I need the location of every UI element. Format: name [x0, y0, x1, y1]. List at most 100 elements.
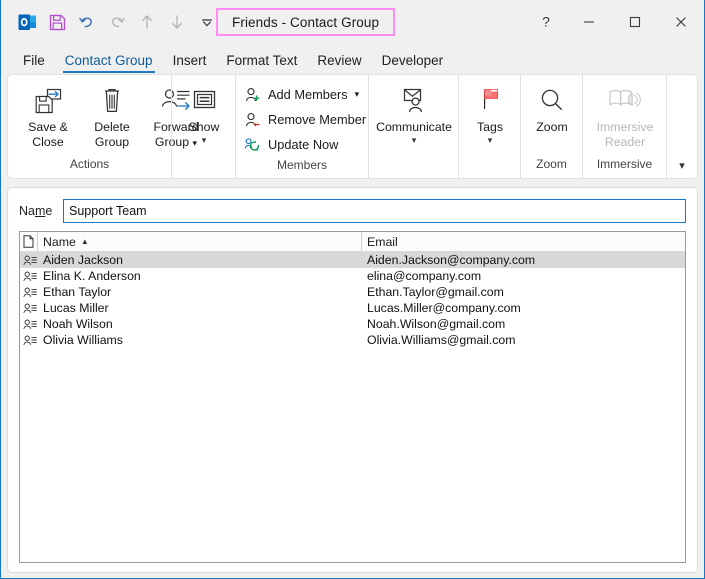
ribbon-group-immersive: Immersive Reader Immersive	[582, 75, 666, 178]
ribbon-group-label-members: Members	[276, 158, 327, 172]
table-row[interactable]: Ethan Taylor Ethan.Taylor@gmail.com	[20, 284, 685, 300]
immersive-reader-label: Immersive Reader	[596, 120, 654, 149]
remove-member-label: Remove Member	[268, 112, 367, 127]
contact-group-window: Friends - Contact Group ? File Contact G…	[0, 0, 705, 579]
members-list[interactable]: Name ▲ Email Aiden Jackson Aiden.Jackson…	[19, 231, 686, 563]
remove-member-icon	[244, 111, 261, 128]
chevron-down-icon[interactable]: ▾	[488, 135, 493, 145]
delete-group-icon	[98, 84, 126, 118]
chevron-down-icon[interactable]: ▾	[202, 135, 207, 145]
contact-group-form: Name Name ▲ Email	[7, 187, 698, 573]
ribbon-overflow-region: ▾	[666, 75, 697, 178]
close-button[interactable]	[658, 0, 704, 44]
table-row[interactable]: Lucas Miller Lucas.Miller@company.com	[20, 300, 685, 316]
save-and-close-button[interactable]: Save & Close	[16, 80, 80, 150]
immersive-reader-icon	[606, 84, 644, 118]
table-row[interactable]: Elina K. Anderson elina@company.com	[20, 268, 685, 284]
update-now-button[interactable]: Update Now	[236, 132, 338, 157]
member-name: Olivia Williams	[43, 333, 123, 347]
chevron-down-icon[interactable]: ▾	[412, 135, 417, 145]
column-header-name-label: Name	[43, 234, 76, 249]
column-header-name[interactable]: Name ▲	[38, 232, 362, 251]
help-button[interactable]: ?	[526, 0, 566, 44]
add-members-button[interactable]: Add Members ▾	[236, 82, 359, 107]
zoom-magnifier-icon	[537, 84, 567, 118]
ribbon-group-label-tags	[459, 156, 520, 178]
ribbon-tabs: File Contact Group Insert Format Text Re…	[1, 44, 704, 74]
member-email: Noah.Wilson@gmail.com	[367, 317, 506, 331]
contact-icon	[20, 335, 38, 346]
ribbon-group-members: Add Members ▾ Remove Member Update Now M…	[235, 75, 368, 178]
table-row[interactable]: Aiden Jackson Aiden.Jackson@company.com	[20, 252, 685, 268]
ribbon-group-label-communicate	[369, 156, 458, 178]
tags-flag-icon	[477, 84, 503, 118]
chevron-down-icon[interactable]: ▾	[355, 89, 360, 100]
zoom-label: Zoom	[536, 120, 568, 134]
add-members-label: Add Members	[268, 87, 348, 102]
update-now-icon	[244, 136, 261, 153]
next-item-icon	[162, 7, 192, 37]
ribbon-group-label-actions: Actions	[69, 157, 110, 171]
communicate-label: Communicate	[376, 120, 452, 134]
contact-icon	[20, 271, 38, 282]
zoom-button[interactable]: Zoom	[521, 80, 583, 135]
show-icon	[189, 84, 219, 118]
member-email: Olivia.Williams@gmail.com	[367, 333, 516, 347]
member-name: Aiden Jackson	[43, 253, 123, 267]
ribbon-group-tags: Tags ▾	[458, 75, 520, 178]
tags-button[interactable]: Tags ▾	[459, 80, 521, 145]
ribbon-group-label-zoom: Zoom	[536, 157, 567, 171]
column-header-email[interactable]: Email	[362, 232, 685, 251]
contact-icon	[20, 255, 38, 266]
column-header-icon[interactable]	[20, 232, 38, 251]
sort-ascending-icon: ▲	[80, 236, 89, 246]
tab-file[interactable]: File	[13, 53, 55, 74]
update-now-label: Update Now	[268, 137, 339, 152]
show-label: Show	[188, 120, 220, 134]
member-name: Ethan Taylor	[43, 285, 112, 299]
group-name-label: Name	[19, 204, 53, 218]
communicate-button[interactable]: Communicate ▾	[369, 80, 459, 145]
group-name-row: Name	[19, 199, 686, 223]
tab-contact-group[interactable]: Contact Group	[55, 53, 163, 74]
tab-review[interactable]: Review	[307, 53, 371, 74]
maximize-button[interactable]	[612, 0, 658, 44]
title-bar: Friends - Contact Group ?	[1, 0, 704, 44]
tab-developer[interactable]: Developer	[372, 53, 454, 74]
delete-group-button[interactable]: Delete Group	[80, 80, 144, 150]
outlook-logo-icon	[12, 7, 42, 37]
table-row[interactable]: Olivia Williams Olivia.Williams@gmail.co…	[20, 332, 685, 348]
window-title: Friends - Contact Group	[232, 14, 380, 30]
window-title-highlight: Friends - Contact Group	[216, 8, 396, 36]
members-list-header: Name ▲ Email	[20, 232, 685, 252]
member-name: Elina K. Anderson	[43, 269, 141, 283]
member-email: elina@company.com	[367, 269, 482, 283]
contact-icon	[20, 319, 38, 330]
ribbon-group-communicate: Communicate ▾	[368, 75, 458, 178]
tags-label: Tags	[477, 120, 503, 134]
group-name-input[interactable]	[63, 199, 686, 223]
communicate-icon	[398, 84, 430, 118]
save-icon[interactable]	[42, 7, 72, 37]
remove-member-button[interactable]: Remove Member	[236, 107, 366, 132]
tab-insert[interactable]: Insert	[163, 53, 217, 74]
window-controls: ?	[526, 0, 704, 44]
ribbon-group-label-immersive: Immersive	[596, 157, 653, 171]
redo-icon	[102, 7, 132, 37]
contact-icon	[20, 287, 38, 298]
minimize-button[interactable]	[566, 0, 612, 44]
svg-text:?: ?	[542, 14, 550, 30]
undo-icon[interactable]	[72, 7, 102, 37]
tab-format-text[interactable]: Format Text	[216, 53, 307, 74]
column-header-email-label: Email	[367, 234, 398, 249]
quick-access-toolbar	[1, 7, 222, 37]
save-and-close-icon	[33, 84, 64, 118]
table-row[interactable]: Noah Wilson Noah.Wilson@gmail.com	[20, 316, 685, 332]
delete-group-label: Delete Group	[94, 120, 130, 149]
contact-icon	[20, 303, 38, 314]
show-button[interactable]: Show ▾	[172, 80, 236, 145]
collapse-ribbon-icon[interactable]: ▾	[673, 156, 691, 174]
save-and-close-label: Save & Close	[28, 120, 68, 149]
previous-item-icon	[132, 7, 162, 37]
ribbon-group-show: Show ▾	[171, 75, 235, 178]
